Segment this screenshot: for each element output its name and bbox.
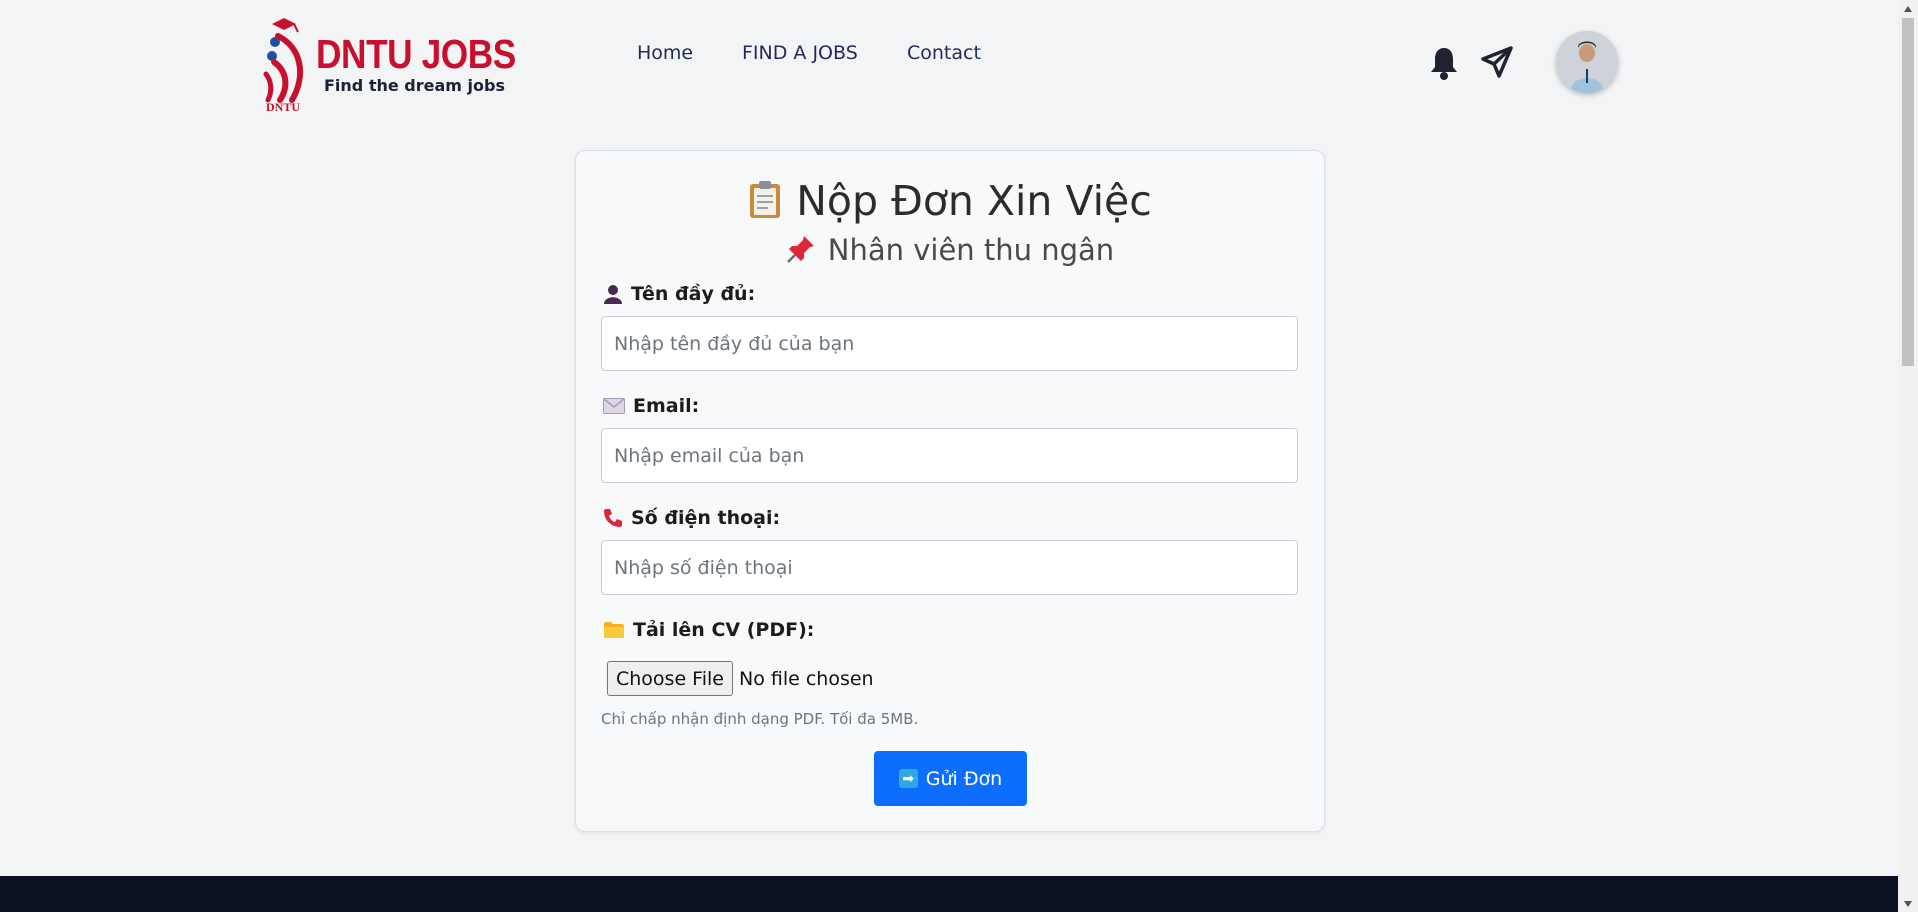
avatar[interactable] [1556,31,1618,93]
email-label: Email: [603,395,699,417]
submit-label: Gửi Đơn [925,767,1003,790]
bell-icon[interactable] [1430,46,1458,84]
job-title-text: Nhân viên thu ngân [827,233,1115,267]
job-title: Nhân viên thu ngân [576,233,1324,267]
page-title-text: Nộp Đơn Xin Việc [796,177,1152,225]
scroll-up-icon[interactable] [1898,0,1918,17]
envelope-icon [603,398,625,414]
submit-button[interactable]: ➡ Gửi Đơn [874,751,1027,806]
brand-tagline: Find the dream jobs [324,76,505,95]
file-status: No file chosen [738,667,874,690]
full-name-input[interactable] [601,316,1298,371]
folder-icon [603,621,625,639]
pushpin-icon [786,236,814,263]
cv-file-input: Choose File No file chosen [607,661,874,696]
nav-home[interactable]: Home [637,42,693,64]
arrow-right-icon: ➡ [898,769,918,788]
clipboard-icon [750,181,781,218]
name-label: Tên đầy đủ: [603,283,755,305]
logo-mark-icon [263,18,304,103]
page-title: Nộp Đơn Xin Việc [576,177,1324,225]
site-footer [0,876,1898,912]
scroll-thumb[interactable] [1902,18,1914,366]
send-icon[interactable] [1481,46,1513,82]
application-form-card: Nộp Đơn Xin Việc Nhân viên thu ngân Tên … [575,150,1325,832]
choose-file-button[interactable]: Choose File [607,661,733,696]
brand-logo[interactable]: DNTU DNTU JOBS Find the dream jobs [262,14,516,114]
phone-label: Số điện thoại: [603,507,780,529]
nav-contact[interactable]: Contact [907,42,981,64]
user-icon [603,284,623,304]
brand-name: DNTU JOBS [316,31,516,77]
phone-input[interactable] [601,540,1298,595]
nav-find-jobs[interactable]: FIND A JOBS [742,42,858,64]
user-photo-icon [1556,31,1618,93]
cv-hint: Chỉ chấp nhận định dạng PDF. Tối đa 5MB. [601,710,919,728]
logo-mark-text: DNTU [266,100,301,114]
cv-label: Tải lên CV (PDF): [603,619,814,641]
site-header: DNTU DNTU JOBS Find the dream jobs Home … [0,0,1898,120]
email-input[interactable] [601,428,1298,483]
phone-icon [603,508,623,528]
scroll-down-icon[interactable] [1898,895,1918,912]
page-scrollbar[interactable] [1898,0,1918,912]
